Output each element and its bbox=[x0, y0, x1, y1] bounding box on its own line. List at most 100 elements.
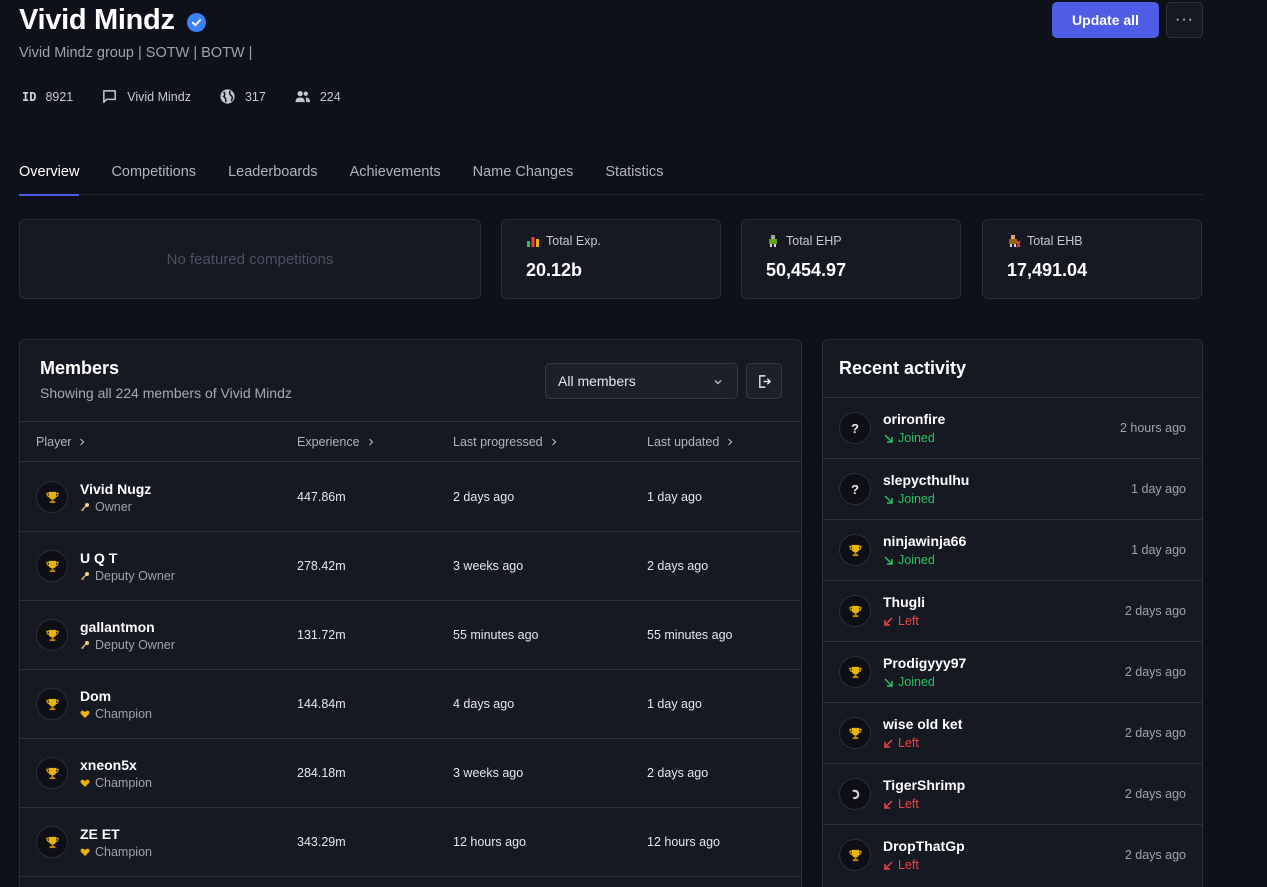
metric-label: Total Exp. bbox=[546, 234, 601, 248]
list-item[interactable]: ninjawinja66 Joined 1 day ago bbox=[823, 519, 1202, 580]
list-item[interactable]: ? slepycthulhu Joined 1 day ago bbox=[823, 458, 1202, 519]
player-role: Champion bbox=[80, 845, 152, 859]
activity-status: Joined bbox=[883, 675, 935, 689]
member-filter-value: All members bbox=[558, 373, 636, 389]
player-name[interactable]: ZE ET bbox=[80, 826, 120, 842]
tab-name-changes[interactable]: Name Changes bbox=[473, 150, 574, 195]
player-role: Champion bbox=[80, 707, 152, 721]
player-last-updated: 2 days ago bbox=[647, 559, 709, 573]
activity-player-name[interactable]: TigerShrimp bbox=[883, 777, 965, 793]
list-item[interactable]: DropThatGp Left 2 days ago bbox=[823, 824, 1202, 885]
activity-time: 2 days ago bbox=[1124, 848, 1186, 862]
group-description: Vivid Mindz group | SOTW | BOTW | bbox=[19, 45, 253, 61]
arrow-down-left-icon bbox=[884, 799, 893, 809]
list-item[interactable]: ? orironfire Joined 2 hours ago bbox=[823, 397, 1202, 458]
table-row[interactable]: Dom Champion 144.84m 4 days ago 1 day ago bbox=[20, 670, 801, 739]
player-name[interactable]: xneon5x bbox=[80, 757, 137, 773]
activity-player-name[interactable]: DropThatGp bbox=[883, 838, 965, 854]
column-experience[interactable]: Experience bbox=[297, 435, 375, 449]
player-last-progressed: 3 weeks ago bbox=[453, 559, 524, 573]
activity-time: 2 days ago bbox=[1124, 787, 1186, 801]
member-filter-select[interactable]: All members bbox=[545, 363, 738, 399]
column-player[interactable]: Player bbox=[36, 435, 86, 449]
recent-activity-card: Recent activity ? orironfire Joined 2 hours… bbox=[822, 339, 1203, 887]
activity-time: 1 day ago bbox=[1131, 482, 1186, 496]
trophy-icon bbox=[45, 836, 59, 848]
tab-statistics[interactable]: Statistics bbox=[605, 150, 663, 195]
activity-player-name[interactable]: ninjawinja66 bbox=[883, 533, 966, 549]
tab-competitions[interactable]: Competitions bbox=[111, 150, 196, 195]
player-experience: 284.18m bbox=[297, 766, 346, 780]
activity-player-name[interactable]: Prodigyyy97 bbox=[883, 655, 966, 671]
player-last-updated: 2 days ago bbox=[647, 766, 709, 780]
player-role: Deputy Owner bbox=[80, 638, 175, 652]
home-world: 317 bbox=[244, 89, 266, 104]
globe-icon bbox=[220, 89, 235, 104]
player-last-updated: 1 day ago bbox=[647, 490, 702, 504]
metric-total-exp: Total Exp. 20.12b bbox=[501, 219, 721, 299]
column-last-updated[interactable]: Last updated bbox=[647, 435, 734, 449]
activity-player-name[interactable]: orironfire bbox=[883, 411, 945, 427]
player-avatar bbox=[36, 688, 68, 720]
activity-player-name[interactable]: wise old ket bbox=[883, 716, 962, 732]
activity-player-name[interactable]: slepycthulhu bbox=[883, 472, 969, 488]
column-last-progressed[interactable]: Last progressed bbox=[453, 435, 558, 449]
ehp-icon bbox=[769, 235, 777, 247]
export-members-button[interactable] bbox=[746, 363, 782, 399]
id-icon: ID bbox=[22, 89, 37, 104]
bar-chart-icon bbox=[527, 237, 539, 247]
list-item[interactable]: wise old ket Left 2 days ago bbox=[823, 702, 1202, 763]
player-name[interactable]: gallantmon bbox=[80, 619, 155, 635]
metric-total-ehb: Total EHB 17,491.04 bbox=[982, 219, 1202, 299]
members-card: Members Showing all 224 members of Vivid… bbox=[19, 339, 802, 887]
group-name: Vivid Mindz bbox=[19, 4, 175, 36]
player-avatar bbox=[839, 534, 871, 566]
trophy-icon bbox=[45, 560, 59, 572]
player-name[interactable]: Vivid Nugz bbox=[80, 481, 151, 497]
player-avatar bbox=[839, 717, 871, 749]
heart-icon bbox=[80, 848, 90, 856]
member-count: 224 bbox=[319, 89, 341, 104]
key-icon bbox=[81, 641, 89, 649]
player-experience: 343.29m bbox=[297, 835, 346, 849]
trophy-icon bbox=[45, 491, 59, 503]
player-last-updated: 55 minutes ago bbox=[647, 628, 733, 642]
group-id: 8921 bbox=[45, 89, 74, 104]
trophy-icon bbox=[848, 544, 862, 556]
player-avatar bbox=[839, 595, 871, 627]
list-item[interactable]: Thugli Left 2 days ago bbox=[823, 580, 1202, 641]
activity-time: 2 days ago bbox=[1124, 726, 1186, 740]
activity-player-name[interactable]: Thugli bbox=[883, 594, 925, 610]
metric-value: 50,454.97 bbox=[766, 260, 847, 280]
table-row[interactable]: xneon5x Champion 284.18m 3 weeks ago 2 days … bbox=[20, 739, 801, 808]
heart-icon bbox=[80, 710, 90, 718]
arrow-down-left-icon bbox=[884, 738, 893, 748]
player-name[interactable]: U Q T bbox=[80, 550, 117, 566]
tab-achievements[interactable]: Achievements bbox=[350, 150, 441, 195]
update-all-button[interactable]: Update all bbox=[1052, 2, 1159, 38]
trophy-icon bbox=[45, 629, 59, 641]
player-name[interactable]: Dom bbox=[80, 688, 111, 704]
table-row[interactable]: Vivid Nugz Owner 447.86m 2 days ago 1 day ag… bbox=[20, 463, 801, 532]
tab-leaderboards[interactable]: Leaderboards bbox=[228, 150, 318, 195]
more-options-button[interactable]: ··· bbox=[1166, 2, 1203, 38]
player-experience: 278.42m bbox=[297, 559, 346, 573]
unknown-icon: ? bbox=[851, 420, 859, 436]
list-item[interactable]: Prodigyyy97 Joined 2 days ago bbox=[823, 641, 1202, 702]
player-experience: 131.72m bbox=[297, 628, 346, 642]
activity-status: Joined bbox=[883, 492, 935, 506]
player-avatar bbox=[839, 656, 871, 688]
table-row[interactable]: ZE ET Champion 343.29m 12 hours ago 12 hours… bbox=[20, 808, 801, 877]
tab-overview[interactable]: Overview bbox=[19, 150, 80, 196]
member-count-chip: 224 bbox=[294, 88, 341, 105]
arrow-down-right-icon bbox=[884, 677, 893, 687]
player-experience: 144.84m bbox=[297, 697, 346, 711]
activity-time: 2 hours ago bbox=[1119, 421, 1186, 435]
table-row[interactable]: gallantmon Deputy Owner 131.72m 55 minutes … bbox=[20, 601, 801, 670]
clan-chat: Vivid Mindz bbox=[127, 89, 191, 104]
arrow-down-left-icon bbox=[884, 860, 893, 870]
table-row[interactable]: U Q T Deputy Owner 278.42m 3 weeks ago 2 day… bbox=[20, 532, 801, 601]
list-item[interactable]: TigerShrimp Left 2 days ago bbox=[823, 763, 1202, 824]
heart-icon bbox=[80, 779, 90, 787]
metric-label: Total EHB bbox=[1027, 234, 1083, 248]
